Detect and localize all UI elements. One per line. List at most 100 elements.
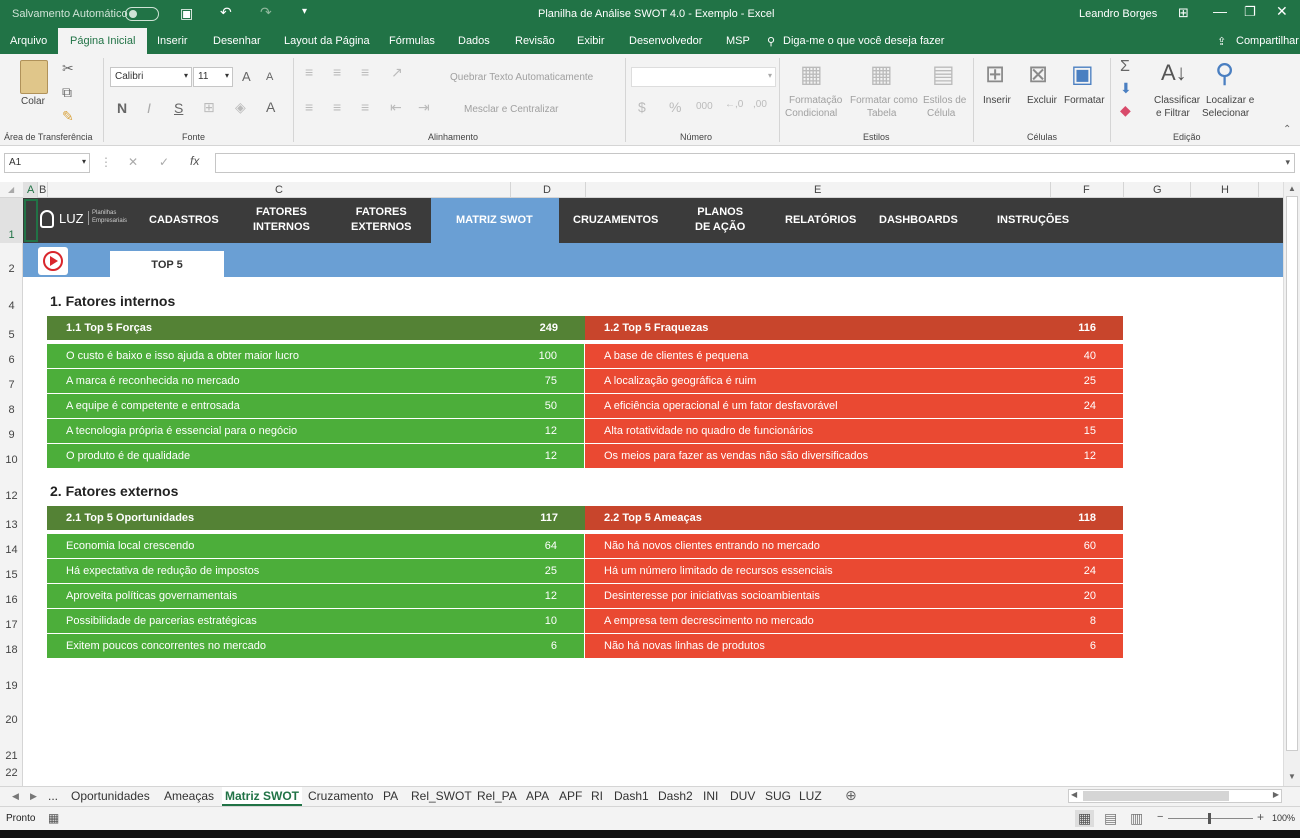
increase-decimal-icon[interactable]: ←,0: [725, 99, 743, 110]
row-header[interactable]: 8: [0, 404, 23, 416]
page-break-icon[interactable]: ▥: [1130, 810, 1143, 827]
format-painter-icon[interactable]: ✎: [62, 108, 74, 125]
fill-color-icon[interactable]: ◈: [235, 99, 246, 116]
redo-icon[interactable]: ↷: [260, 4, 272, 21]
sheet-tab[interactable]: SUG: [765, 789, 791, 803]
tab-top5[interactable]: TOP 5: [110, 251, 224, 277]
row-header[interactable]: 4: [0, 300, 23, 312]
macro-record-icon[interactable]: ▦: [48, 811, 59, 825]
tab-pagina-inicial[interactable]: Página Inicial: [58, 28, 148, 54]
customize-qat-icon[interactable]: ▾: [302, 6, 307, 17]
enter-icon[interactable]: ✓: [159, 155, 169, 169]
table-row[interactable]: A empresa tem decrescimento no mercado 8: [585, 609, 1123, 633]
align-left-icon[interactable]: ≡: [305, 99, 313, 115]
tab-formulas[interactable]: Fórmulas: [389, 35, 435, 47]
cell-styles-label-2[interactable]: Célula: [927, 108, 955, 119]
nav-relatorios[interactable]: RELATÓRIOS: [785, 213, 856, 228]
row-header[interactable]: 15: [0, 569, 23, 581]
format-cells-icon[interactable]: ▣: [1071, 60, 1094, 89]
close-icon[interactable]: ✕: [1276, 3, 1288, 20]
row-header[interactable]: 17: [0, 619, 23, 631]
zoom-out-icon[interactable]: −: [1157, 811, 1163, 823]
video-button[interactable]: [38, 247, 68, 275]
nav-cadastros[interactable]: CADASTROS: [149, 213, 219, 228]
sheet-tab[interactable]: APA: [526, 789, 549, 803]
table-row[interactable]: A eficiência operacional é um fator desf…: [585, 394, 1123, 418]
col-header-c[interactable]: C: [275, 184, 283, 196]
col-header-f[interactable]: F: [1083, 184, 1090, 196]
save-icon[interactable]: ▣: [180, 5, 193, 22]
table-row[interactable]: O produto é de qualidade 12: [47, 444, 584, 468]
bold-button[interactable]: N: [117, 100, 127, 116]
sheet-tab[interactable]: Matriz SWOT: [222, 787, 302, 806]
selected-cell-a1[interactable]: [24, 199, 38, 242]
sheet-tab[interactable]: DUV: [730, 789, 755, 803]
sheet-tab[interactable]: APF: [559, 789, 582, 803]
table-row[interactable]: Há expectativa de redução de impostos 25: [47, 559, 584, 583]
sheet-tab[interactable]: Rel_PA: [477, 789, 517, 803]
table-row[interactable]: Não há novos clientes entrando no mercad…: [585, 534, 1123, 558]
tab-inserir[interactable]: Inserir: [157, 35, 188, 47]
row-header[interactable]: 19: [0, 680, 23, 692]
format-table-icon[interactable]: ▦: [870, 60, 893, 89]
tell-me-icon[interactable]: ⚲: [767, 35, 775, 48]
row-header[interactable]: 1: [0, 229, 23, 241]
table-row[interactable]: A base de clientes é pequena 40: [585, 344, 1123, 368]
table-row[interactable]: Desinteresse por iniciativas socioambien…: [585, 584, 1123, 608]
cell-styles-icon[interactable]: ▤: [932, 60, 955, 89]
row-header[interactable]: 5: [0, 329, 23, 341]
table-row[interactable]: Há um número limitado de recursos essenc…: [585, 559, 1123, 583]
cond-format-label-2[interactable]: Condicional: [785, 108, 837, 119]
cut-icon[interactable]: ✂: [62, 60, 74, 77]
sheet-tab[interactable]: Dash1: [614, 789, 649, 803]
vertical-scrollbar[interactable]: ▲ ▼: [1283, 182, 1300, 786]
tab-revisao[interactable]: Revisão: [515, 35, 555, 47]
find-label-2[interactable]: Selecionar: [1202, 108, 1249, 119]
sort-label-1[interactable]: Classificar: [1154, 95, 1200, 106]
sort-label-2[interactable]: e Filtrar: [1156, 108, 1190, 119]
table-row[interactable]: Possibilidade de parcerias estratégicas 1…: [47, 609, 584, 633]
underline-button[interactable]: S: [174, 100, 183, 116]
nav-fatores-internos[interactable]: FATORES INTERNOS: [253, 205, 310, 235]
currency-icon[interactable]: $: [638, 99, 646, 115]
threats-header[interactable]: 2.2 Top 5 Ameaças 118: [585, 506, 1123, 530]
prev-sheet-icon[interactable]: ◀: [12, 791, 19, 802]
percent-icon[interactable]: %: [669, 99, 681, 115]
zoom-in-icon[interactable]: +: [1257, 810, 1264, 824]
zoom-thumb[interactable]: [1208, 813, 1211, 824]
format-table-label-1[interactable]: Formatar como: [850, 95, 918, 106]
clear-icon[interactable]: ◆: [1120, 102, 1131, 119]
row-header[interactable]: 20: [0, 714, 23, 726]
opportunities-header[interactable]: 2.1 Top 5 Oportunidades 117: [47, 506, 585, 530]
font-color-button[interactable]: A: [266, 99, 275, 115]
ribbon-display-icon[interactable]: ⊞: [1178, 5, 1189, 21]
font-size-select[interactable]: 11 ▾: [193, 67, 233, 87]
format-cells-button[interactable]: Formatar: [1064, 95, 1105, 106]
table-row[interactable]: Alta rotatividade no quadro de funcionár…: [585, 419, 1123, 443]
horizontal-scrollbar[interactable]: ◀ ▶: [1068, 789, 1282, 803]
row-header[interactable]: 21: [0, 750, 23, 762]
tab-layout[interactable]: Layout da Página: [284, 35, 370, 47]
zoom-level[interactable]: 100%: [1272, 813, 1295, 823]
share-icon[interactable]: ⇪: [1217, 35, 1226, 48]
paste-icon[interactable]: [20, 60, 48, 94]
italic-button[interactable]: I: [147, 100, 151, 116]
page-layout-icon[interactable]: ▤: [1104, 810, 1117, 827]
cancel-icon[interactable]: ✕: [128, 155, 138, 169]
grow-font-icon[interactable]: A: [242, 69, 251, 84]
row-header[interactable]: 14: [0, 544, 23, 556]
sheet-tab[interactable]: PA: [383, 789, 398, 803]
col-header-b[interactable]: B: [39, 184, 46, 196]
table-row[interactable]: A marca é reconhecida no mercado 75: [47, 369, 584, 393]
table-row[interactable]: O custo é baixo e isso ajuda a obter mai…: [47, 344, 584, 368]
col-header-g[interactable]: G: [1153, 184, 1162, 196]
align-bottom-icon[interactable]: ≡: [361, 64, 369, 80]
sheet-tab[interactable]: Ameaças: [164, 789, 214, 803]
nav-matriz-swot[interactable]: MATRIZ SWOT: [456, 213, 533, 228]
table-row[interactable]: A localização geográfica é ruim 25: [585, 369, 1123, 393]
insert-cells-button[interactable]: Inserir: [983, 95, 1011, 106]
align-middle-icon[interactable]: ≡: [333, 64, 341, 80]
sheet-tab[interactable]: Dash2: [658, 789, 693, 803]
paste-button[interactable]: Colar: [21, 96, 45, 107]
cell-styles-label-1[interactable]: Estilos de: [923, 95, 966, 106]
